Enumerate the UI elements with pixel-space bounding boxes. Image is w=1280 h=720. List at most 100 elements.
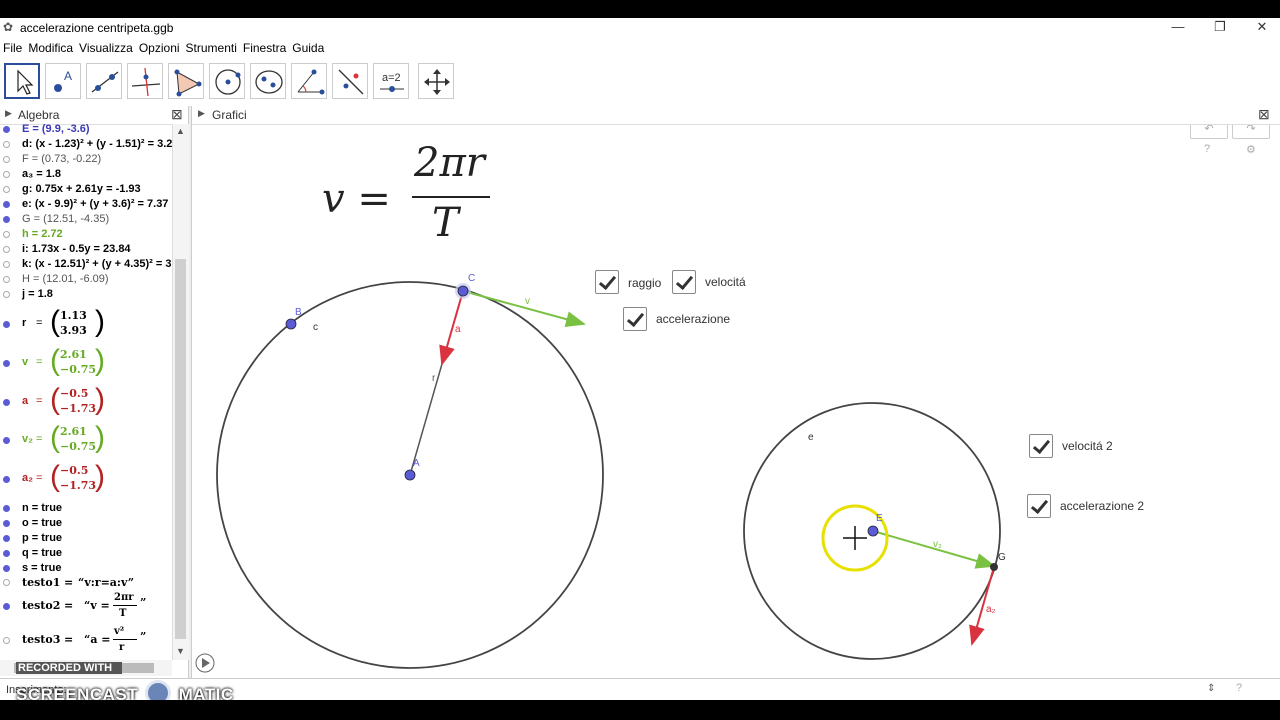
visibility-toggle[interactable] xyxy=(3,437,10,444)
label-a2: a₂ xyxy=(986,604,996,615)
circle-tool-button[interactable] xyxy=(209,63,245,99)
reflect-icon xyxy=(338,69,364,95)
menu-strumenti[interactable]: Strumenti xyxy=(183,38,240,58)
close-algebra-icon[interactable]: ⊠ xyxy=(171,106,183,123)
crosshair-cursor-icon xyxy=(843,526,867,550)
formula-lhs: v = xyxy=(322,176,391,222)
visibility-toggle[interactable] xyxy=(3,476,10,483)
move-tool-button[interactable] xyxy=(4,63,40,99)
menu-modifica[interactable]: Modifica xyxy=(25,38,76,58)
visibility-toggle[interactable] xyxy=(3,565,10,572)
vector-bottom: −1.73 xyxy=(60,402,97,415)
slider-icon: a=2 xyxy=(380,72,404,92)
visibility-toggle[interactable] xyxy=(3,360,10,367)
label-A: A xyxy=(413,458,420,469)
collapse-triangle-icon[interactable]: ▶ xyxy=(5,108,12,119)
visibility-toggle[interactable] xyxy=(3,505,10,512)
algebra-vector-row[interactable]: a = (−0.5 −1.73) xyxy=(0,385,172,421)
algebra-boolean-row[interactable]: q = true xyxy=(0,546,172,561)
algebra-vector-row[interactable]: a₂ = (−0.5 −1.73) xyxy=(0,462,172,498)
menu-visualizza[interactable]: Visualizza xyxy=(76,38,136,58)
visibility-toggle[interactable] xyxy=(3,246,10,253)
algebra-boolean-row[interactable]: o = true xyxy=(0,516,172,531)
visibility-toggle[interactable] xyxy=(3,520,10,527)
algebra-vertical-scrollbar[interactable]: ▲ ▼ xyxy=(172,124,189,660)
visibility-toggle[interactable] xyxy=(3,550,10,557)
menu-file[interactable]: File xyxy=(0,38,25,58)
algebra-row[interactable]: H = (12.01, -6.09) xyxy=(0,272,172,287)
visibility-toggle[interactable] xyxy=(3,171,10,178)
visibility-toggle[interactable] xyxy=(3,126,10,133)
algebra-row[interactable]: G = (12.51, -4.35) xyxy=(0,212,172,227)
algebra-row[interactable]: h = 2.72 xyxy=(0,227,172,242)
algebra-view: E = (9.9, -3.6) d: (x - 1.23)² + (y - 1.5… xyxy=(0,124,172,660)
algebra-text-row[interactable]: testo3 = “a = v² r” xyxy=(0,624,172,660)
algebra-row[interactable]: a₃ = 1.8 xyxy=(0,167,172,182)
perpendicular-tool-button[interactable] xyxy=(127,63,163,99)
label-v: v xyxy=(525,296,530,307)
algebra-boolean-row[interactable]: n = true xyxy=(0,501,172,516)
algebra-row[interactable]: d: (x - 1.23)² + (y - 1.51)² = 3.2 xyxy=(0,137,172,152)
algebra-row[interactable]: e: (x - 9.9)² + (y + 3.6)² = 7.37 xyxy=(0,197,172,212)
algebra-row[interactable]: j = 1.8 xyxy=(0,287,172,302)
algebra-row[interactable]: g: 0.75x + 2.61y = -1.93 xyxy=(0,182,172,197)
line-tool-button[interactable] xyxy=(86,63,122,99)
visibility-toggle[interactable] xyxy=(3,579,10,586)
algebra-row-label: d: (x - 1.23)² + (y - 1.51)² = 3.2 xyxy=(22,138,172,150)
menu-finestra[interactable]: Finestra xyxy=(240,38,289,58)
visibility-toggle[interactable] xyxy=(3,201,10,208)
point-tool-button[interactable]: A xyxy=(45,63,81,99)
checkbox-raggio[interactable] xyxy=(595,270,619,294)
visibility-toggle[interactable] xyxy=(3,216,10,223)
move-view-tool-button[interactable] xyxy=(418,63,454,99)
algebra-text-row[interactable]: testo1 = “v:r=a:v” xyxy=(0,575,172,591)
restore-button[interactable]: ❐ xyxy=(1198,18,1242,38)
menu-opzioni[interactable]: Opzioni xyxy=(136,38,183,58)
reflect-tool-button[interactable] xyxy=(332,63,368,99)
checkbox-velocita-2[interactable] xyxy=(1029,434,1053,458)
scroll-thumb[interactable] xyxy=(175,259,186,639)
visibility-toggle[interactable] xyxy=(3,535,10,542)
text-denominator: T xyxy=(119,608,127,619)
visibility-toggle[interactable] xyxy=(3,231,10,238)
visibility-toggle[interactable] xyxy=(3,603,10,610)
close-graphics-icon[interactable]: ⊠ xyxy=(1258,106,1270,123)
checkbox-accelerazione-2[interactable] xyxy=(1027,494,1051,518)
algebra-text-row[interactable]: testo2 = “v = 2πr T” xyxy=(0,590,172,626)
checkbox-velocita[interactable] xyxy=(672,270,696,294)
checkbox-accelerazione[interactable] xyxy=(623,307,647,331)
algebra-row[interactable]: i: 1.73x - 0.5y = 23.84 xyxy=(0,242,172,257)
scroll-up-icon[interactable]: ▲ xyxy=(176,126,185,136)
slider-tool-button[interactable]: a=2 xyxy=(373,63,409,99)
visibility-toggle[interactable] xyxy=(3,291,10,298)
window-titlebar: ✿ accelerazione centripeta.ggb — ❐ ✕ xyxy=(0,18,1280,38)
input-dropdown-icon[interactable]: ⇕ xyxy=(1207,683,1215,694)
play-button[interactable] xyxy=(195,653,215,673)
polygon-tool-button[interactable] xyxy=(168,63,204,99)
close-window-button[interactable]: ✕ xyxy=(1240,18,1280,38)
menu-guida[interactable]: Guida xyxy=(289,38,327,58)
visibility-toggle[interactable] xyxy=(3,321,10,328)
algebra-boolean-row[interactable]: s = true xyxy=(0,561,172,576)
algebra-vector-row[interactable]: v = (2.61 −0.75) xyxy=(0,346,172,382)
algebra-row[interactable]: E = (9.9, -3.6) xyxy=(0,124,172,137)
visibility-toggle[interactable] xyxy=(3,399,10,406)
vector-bottom: −0.75 xyxy=(60,440,97,453)
algebra-row[interactable]: F = (0.73, -0.22) xyxy=(0,152,172,167)
visibility-toggle[interactable] xyxy=(3,186,10,193)
algebra-vector-row[interactable]: r = (1.13 3.93) xyxy=(0,307,172,343)
algebra-row[interactable]: k: (x - 12.51)² + (y + 4.35)² = 3 xyxy=(0,257,172,272)
visibility-toggle[interactable] xyxy=(3,261,10,268)
visibility-toggle[interactable] xyxy=(3,156,10,163)
conic-tool-button[interactable] xyxy=(250,63,286,99)
input-help-icon[interactable]: ? xyxy=(1236,682,1242,694)
visibility-toggle[interactable] xyxy=(3,141,10,148)
visibility-toggle[interactable] xyxy=(3,276,10,283)
visibility-toggle[interactable] xyxy=(3,637,10,644)
collapse-triangle-icon[interactable]: ▶ xyxy=(198,108,205,119)
minimize-button[interactable]: — xyxy=(1156,18,1200,38)
algebra-boolean-row[interactable]: p = true xyxy=(0,531,172,546)
scroll-down-icon[interactable]: ▼ xyxy=(176,646,185,656)
algebra-vector-row[interactable]: v₂ = (2.61 −0.75) xyxy=(0,423,172,459)
angle-tool-button[interactable] xyxy=(291,63,327,99)
